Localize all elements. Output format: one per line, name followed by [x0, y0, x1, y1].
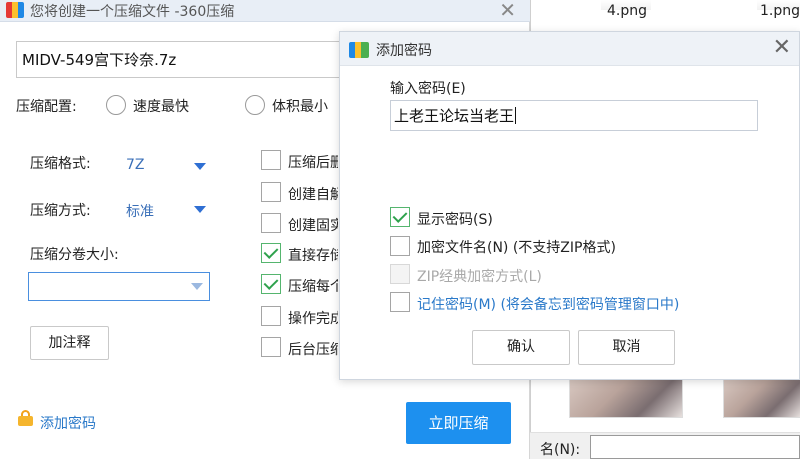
- radio-fastest[interactable]: [106, 95, 126, 115]
- option-label-store[interactable]: 直接存储: [288, 245, 338, 265]
- archive-app-icon: [349, 42, 369, 58]
- archive-app-icon: [6, 2, 24, 18]
- show-password-label[interactable]: 显示密码(S): [417, 209, 493, 229]
- volume-size-combobox[interactable]: [28, 272, 210, 301]
- add-comment-button[interactable]: 加注释: [30, 326, 109, 360]
- cancel-button[interactable]: 取消: [578, 330, 675, 365]
- method-select[interactable]: 标准: [126, 201, 154, 221]
- password-value: 上老王论坛当老王: [394, 107, 515, 125]
- remember-password-checkbox[interactable]: [390, 292, 410, 312]
- close-icon[interactable]: ✕: [773, 35, 791, 60]
- option-checkbox-store[interactable]: [261, 243, 281, 263]
- option-checkbox-delete-after[interactable]: [261, 150, 281, 170]
- option-label-background[interactable]: 后台压缩: [288, 339, 338, 359]
- password-input[interactable]: 上老王论坛当老王: [390, 100, 758, 131]
- close-icon[interactable]: ✕: [499, 0, 516, 22]
- volume-size-label: 压缩分卷大小:: [30, 247, 119, 263]
- method-dropdown-icon[interactable]: [194, 206, 206, 213]
- add-password-link[interactable]: 添加密码: [40, 413, 96, 433]
- encrypt-filenames-label[interactable]: 加密文件名(N) (不支持ZIP格式): [417, 237, 616, 257]
- format-dropdown-icon[interactable]: [194, 163, 206, 170]
- radio-smallest-label[interactable]: 体积最小: [272, 96, 328, 116]
- encrypt-filenames-checkbox[interactable]: [390, 236, 410, 256]
- remember-password-label[interactable]: 记住密码(M) (将会备忘到密码管理窗口中): [417, 294, 679, 314]
- confirm-button[interactable]: 确认: [472, 330, 570, 365]
- image-thumbnail[interactable]: [569, 376, 683, 418]
- format-select[interactable]: 7Z: [126, 157, 145, 173]
- method-label: 压缩方式:: [30, 203, 91, 219]
- file-label-1: 1.png: [760, 3, 800, 19]
- compress-now-button[interactable]: 立即压缩: [406, 402, 511, 444]
- password-label: 输入密码(E): [390, 81, 466, 97]
- compress-config-label: 压缩配置:: [16, 99, 77, 115]
- volume-dropdown-icon[interactable]: [191, 283, 203, 290]
- format-label: 压缩格式:: [30, 156, 91, 172]
- radio-fastest-label[interactable]: 速度最快: [133, 96, 189, 116]
- show-password-checkbox[interactable]: [390, 207, 410, 227]
- dialog-title: 添加密码: [376, 43, 432, 59]
- option-checkbox-background[interactable]: [261, 337, 281, 357]
- option-checkbox-sfx[interactable]: [261, 182, 281, 202]
- option-label-solid[interactable]: 创建固实: [288, 215, 338, 235]
- lock-icon: [18, 410, 34, 426]
- option-label-sfx[interactable]: 创建自解: [288, 184, 338, 204]
- zip-classic-label: ZIP经典加密方式(L): [417, 269, 542, 285]
- image-thumbnail[interactable]: [723, 376, 800, 418]
- archive-name-input[interactable]: MIDV-549宫下玲奈.7z: [16, 41, 341, 78]
- file-name-bar: 名(N):: [530, 432, 800, 459]
- file-name-input[interactable]: [590, 435, 800, 459]
- option-label-each-file[interactable]: 压缩每个: [288, 276, 338, 296]
- add-password-dialog: 添加密码 ✕ 输入密码(E) 上老王论坛当老王 显示密码(S) 加密文件名(N)…: [339, 31, 800, 380]
- file-name-label: 名(N):: [540, 442, 581, 458]
- option-label-delete-after[interactable]: 压缩后删: [288, 152, 338, 172]
- radio-smallest[interactable]: [245, 95, 265, 115]
- window-titlebar: 您将创建一个压缩文件 -360压缩 ✕: [0, 0, 530, 22]
- option-checkbox-solid[interactable]: [261, 213, 281, 233]
- text-cursor: [515, 107, 517, 124]
- window-title: 您将创建一个压缩文件 -360压缩: [30, 4, 235, 20]
- dialog-titlebar: 添加密码 ✕: [340, 32, 799, 66]
- zip-classic-checkbox: [390, 264, 410, 284]
- option-checkbox-after-done[interactable]: [261, 306, 281, 326]
- option-checkbox-each-file[interactable]: [261, 274, 281, 294]
- option-label-after-done[interactable]: 操作完成: [288, 308, 338, 328]
- file-label-4: 4.png: [607, 3, 648, 19]
